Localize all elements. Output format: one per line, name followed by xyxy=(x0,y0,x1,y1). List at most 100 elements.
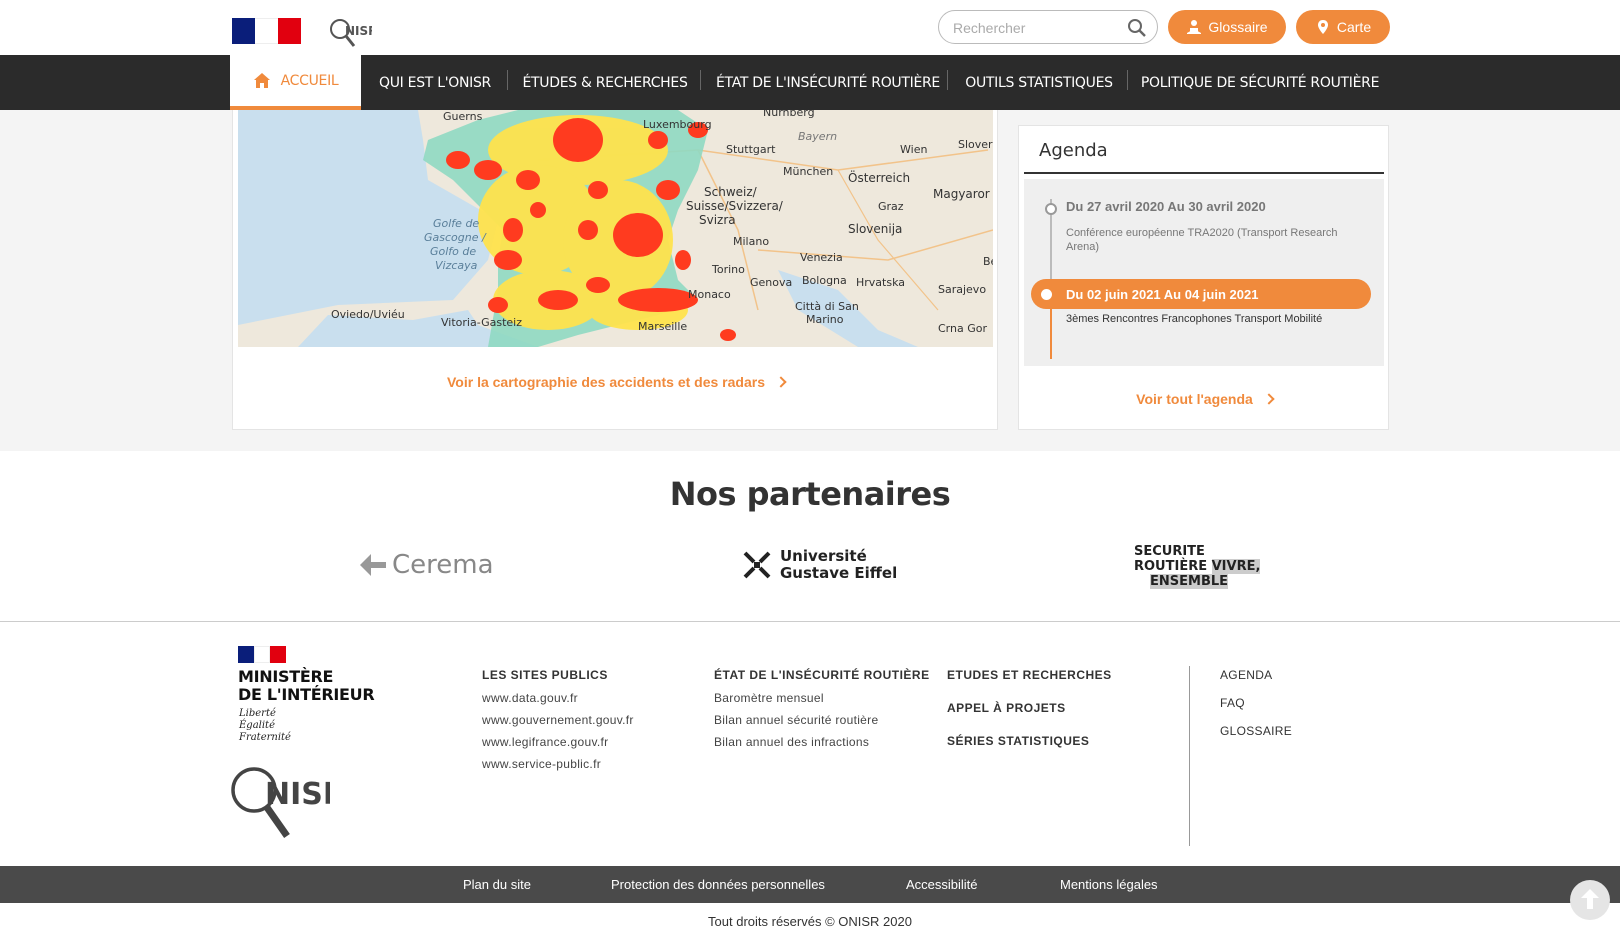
nav-item-etudes-recherches[interactable]: ÉTUDES & RECHERCHES xyxy=(515,55,695,110)
event-description[interactable]: Conférence européenne TRA2020 (Transport… xyxy=(1066,226,1366,254)
accessibilite-link[interactable]: Accessibilité xyxy=(906,877,978,892)
footer-col-sites-publics: LES SITES PUBLICS www.data.gouv.fr www.g… xyxy=(482,668,634,779)
timeline-dot xyxy=(1045,203,1057,215)
svg-text:Vizcaya: Vizcaya xyxy=(435,259,478,272)
svg-text:Be: Be xyxy=(983,255,993,268)
reader-icon xyxy=(1187,20,1202,34)
svg-text:Slovenija: Slovenija xyxy=(848,222,902,236)
footer-divider xyxy=(1189,666,1190,846)
onisr-footer-logo[interactable]: NISR xyxy=(230,762,330,840)
sr-label-line2: ROUTIÈRE VIVRE, xyxy=(1134,559,1261,574)
event-date: Du 02 juin 2021 Au 04 juin 2021 xyxy=(1066,287,1259,302)
svg-text:Bologna: Bologna xyxy=(802,274,847,287)
svg-text:Marseille: Marseille xyxy=(638,320,687,333)
footer-heading[interactable]: ÉTAT DE L'INSÉCURITÉ ROUTIÈRE xyxy=(714,668,930,682)
map-link[interactable]: Voir la cartographie des accidents et de… xyxy=(233,374,999,390)
nav-item-accueil[interactable]: ACCUEIL xyxy=(230,55,361,110)
svg-text:Venezia: Venezia xyxy=(800,251,843,264)
partners-title: Nos partenaires xyxy=(669,475,951,513)
nav-item-qui-est-onisr[interactable]: QUI EST L'ONISR xyxy=(370,55,500,110)
nav-item-etat-insecurite[interactable]: ÉTAT DE L'INSÉCURITÉ ROUTIÈRE xyxy=(708,55,948,110)
event-active[interactable]: Du 02 juin 2021 Au 04 juin 2021 xyxy=(1031,279,1371,309)
mentions-legales-link[interactable]: Mentions légales xyxy=(1060,877,1158,892)
svg-text:Nürnberg: Nürnberg xyxy=(763,110,815,119)
nav-separator xyxy=(1127,70,1128,90)
nav-label: ACCUEIL xyxy=(280,72,339,89)
cerema-logo-icon xyxy=(360,554,386,576)
footer-link[interactable]: Bilan annuel des infractions xyxy=(714,735,930,749)
footer-link[interactable]: www.service-public.fr xyxy=(482,757,634,771)
svg-text:Città di San: Città di San xyxy=(795,300,859,313)
nav-separator xyxy=(700,70,701,90)
footer-heading-link[interactable]: ETUDES ET RECHERCHES xyxy=(947,668,1112,682)
svg-text:Vitoria-Gasteiz: Vitoria-Gasteiz xyxy=(441,316,522,329)
svg-text:Svizra: Svizra xyxy=(699,213,736,227)
footer-link[interactable]: www.gouvernement.gouv.fr xyxy=(482,713,634,727)
footer-link-faq[interactable]: FAQ xyxy=(1220,696,1292,710)
footer-heading: LES SITES PUBLICS xyxy=(482,668,608,682)
protection-donnees-link[interactable]: Protection des données personnelles xyxy=(611,877,825,892)
uge-label-line2: Gustave Eiffel xyxy=(780,564,898,582)
event-date[interactable]: Du 27 avril 2020 Au 30 avril 2020 xyxy=(1066,199,1266,214)
partner-universite-gustave-eiffel[interactable]: Université Gustave Eiffel xyxy=(742,540,897,590)
search-input[interactable] xyxy=(953,18,1123,38)
footer-link-glossaire[interactable]: GLOSSAIRE xyxy=(1220,724,1292,738)
svg-text:Stuttgart: Stuttgart xyxy=(726,143,776,156)
footer-link[interactable]: www.legifrance.gouv.fr xyxy=(482,735,634,749)
svg-text:München: München xyxy=(783,165,833,178)
footer-link[interactable]: Baromètre mensuel xyxy=(714,691,930,705)
agenda-link[interactable]: Voir tout l'agenda xyxy=(1019,391,1390,407)
plan-du-site-link[interactable]: Plan du site xyxy=(463,877,531,892)
svg-text:Luxembourg: Luxembourg xyxy=(643,118,712,131)
svg-text:Wien: Wien xyxy=(900,143,927,156)
map-card: Guerns Luxembourg Nürnberg Bayern Stuttg… xyxy=(232,110,998,430)
partner-securite-routiere[interactable]: SECURITE ROUTIÈRE VIVRE, ENSEMBLE xyxy=(1134,544,1261,594)
ministry-name[interactable]: MINISTÈRE DE L'INTÉRIEUR xyxy=(238,668,375,704)
svg-text:Sarajevo: Sarajevo xyxy=(938,283,986,296)
footer-link[interactable]: www.data.gouv.fr xyxy=(482,691,634,705)
accident-heatmap[interactable]: Guerns Luxembourg Nürnberg Bayern Stuttg… xyxy=(238,110,993,347)
scroll-to-top-button[interactable] xyxy=(1570,880,1610,920)
onisr-logo[interactable]: NISR xyxy=(328,16,372,48)
search-icon[interactable] xyxy=(1127,18,1147,38)
search-box xyxy=(938,10,1158,44)
uge-logo-icon xyxy=(743,551,771,579)
svg-text:Marino: Marino xyxy=(806,313,844,326)
agenda-link-label: Voir tout l'agenda xyxy=(1136,391,1253,407)
nav-item-politique-securite[interactable]: POLITIQUE DE SÉCURITÉ ROUTIÈRE xyxy=(1135,55,1385,110)
svg-text:Hrvatska: Hrvatska xyxy=(856,276,905,289)
svg-text:Golfe de: Golfe de xyxy=(433,217,479,230)
nav-label: QUI EST L'ONISR xyxy=(379,74,491,91)
republique-francaise-logo[interactable] xyxy=(232,18,301,44)
partner-cerema[interactable]: Cerema xyxy=(358,540,494,590)
uge-label-line1: Université xyxy=(780,547,867,565)
nav-separator xyxy=(507,70,508,90)
timeline-dot-active xyxy=(1041,289,1052,300)
svg-text:Crna Gor: Crna Gor xyxy=(938,322,987,335)
home-icon xyxy=(253,72,270,88)
svg-text:Monaco: Monaco xyxy=(688,288,731,301)
carte-label: Carte xyxy=(1336,19,1372,35)
nav-item-outils-statistiques[interactable]: OUTILS STATISTIQUES xyxy=(955,55,1123,110)
ministry-flag[interactable] xyxy=(238,646,286,663)
carte-button[interactable]: Carte xyxy=(1296,10,1390,44)
svg-text:Bayern: Bayern xyxy=(798,130,837,143)
agenda-events: Du 27 avril 2020 Au 30 avril 2020 Confér… xyxy=(1024,179,1384,366)
chevron-right-icon xyxy=(775,376,787,388)
footer-heading-link[interactable]: SÉRIES STATISTIQUES xyxy=(947,734,1112,748)
svg-text:Slover: Slover xyxy=(958,138,993,151)
svg-text:Genova: Genova xyxy=(750,276,792,289)
content-section: Guerns Luxembourg Nürnberg Bayern Stuttg… xyxy=(0,110,1620,451)
top-header: NISR Glossaire Carte xyxy=(0,0,1620,55)
glossaire-button[interactable]: Glossaire xyxy=(1168,10,1286,44)
map-link-label: Voir la cartographie des accidents et de… xyxy=(447,374,765,390)
event-description[interactable]: 3èmes Rencontres Francophones Transport … xyxy=(1066,313,1322,325)
footer-link-agenda[interactable]: AGENDA xyxy=(1220,668,1292,682)
footer-link[interactable]: Bilan annuel sécurité routière xyxy=(714,713,930,727)
nav-separator xyxy=(947,70,948,90)
footer-heading-link[interactable]: APPEL À PROJETS xyxy=(947,701,1112,715)
svg-text:NISR: NISR xyxy=(345,24,372,38)
nav-label: POLITIQUE DE SÉCURITÉ ROUTIÈRE xyxy=(1140,74,1380,91)
svg-text:Gascogne /: Gascogne / xyxy=(424,231,487,244)
copyright: Tout droits réservés © ONISR 2020 xyxy=(708,914,912,929)
